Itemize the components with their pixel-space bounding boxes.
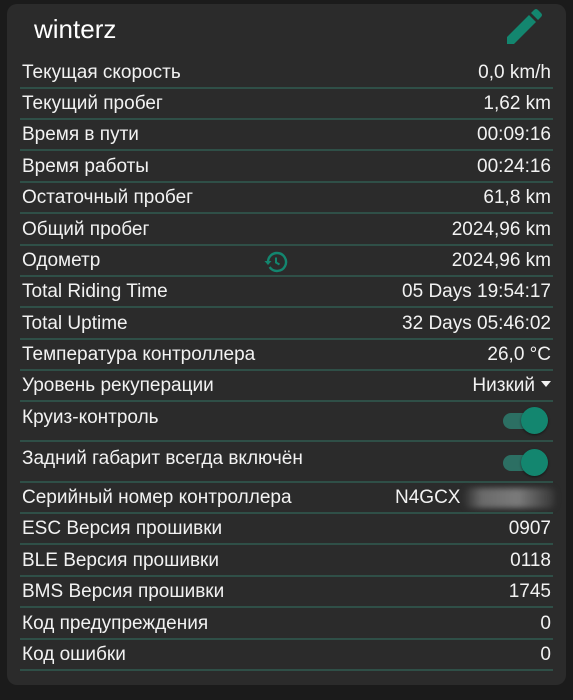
row-value: 0118 <box>510 550 551 571</box>
chevron-down-icon <box>541 380 551 387</box>
row-label: Код предупреждения <box>22 613 209 634</box>
row-value: 2024,96 km <box>451 219 551 240</box>
divider <box>20 606 553 608</box>
toggle-thumb <box>521 449 548 476</box>
row-current-speed: Текущая скорость 0,0 km/h <box>0 58 573 89</box>
row-label: Текущая скорость <box>22 62 181 83</box>
edit-pencil-icon[interactable] <box>503 8 543 48</box>
row-ble-firmware: BLE Версия прошивки 0118 <box>0 546 573 577</box>
row-total-distance: Общий пробег 2024,96 km <box>0 215 573 246</box>
row-label: Код ошибки <box>22 644 126 665</box>
row-warning-code: Код предупреждения 0 <box>0 609 573 640</box>
row-label: BLE Версия прошивки <box>22 550 219 571</box>
toggle-thumb <box>521 407 548 434</box>
row-value: 2024,96 km <box>451 250 551 271</box>
divider <box>20 149 553 151</box>
regen-level-select[interactable]: Низкий <box>472 375 551 397</box>
row-controller-temperature: Температура контроллера 26,0 °C <box>0 340 573 371</box>
divider <box>20 400 553 402</box>
tail-light-toggle[interactable] <box>501 448 549 476</box>
regen-level-value: Низкий <box>472 375 535 396</box>
row-odometer: Одометр 2024,96 km <box>0 246 573 277</box>
row-value: 00:24:16 <box>477 156 551 177</box>
row-label: Total Uptime <box>22 313 128 334</box>
row-bms-firmware: BMS Версия прошивки 1745 <box>0 577 573 608</box>
row-value: 0907 <box>508 518 551 539</box>
row-value: 0,0 km/h <box>478 62 551 83</box>
history-icon[interactable] <box>264 250 288 274</box>
cruise-control-toggle[interactable] <box>501 406 549 434</box>
row-tail-light: Задний габарит всегда включён <box>0 443 573 483</box>
divider <box>20 212 553 214</box>
row-label: Уровень рекуперации <box>22 375 214 396</box>
row-label: Задний габарит всегда включён <box>22 448 303 469</box>
row-label: Серийный номер контроллера <box>22 487 292 508</box>
row-value: 32 Days 05:46:02 <box>402 313 551 334</box>
row-label: Одометр <box>22 250 101 271</box>
row-error-code: Код ошибки 0 <box>0 640 573 671</box>
divider <box>20 669 553 671</box>
row-value: N4GCX <box>395 487 461 508</box>
row-label: Время работы <box>22 156 149 177</box>
row-value: 0 <box>540 644 551 665</box>
row-cruise-control: Круиз-контроль <box>0 403 573 442</box>
row-regen-level: Уровень рекуперации Низкий <box>0 371 573 402</box>
row-travel-time: Время в пути 00:09:16 <box>0 120 573 151</box>
row-label: Общий пробег <box>22 219 150 240</box>
row-esc-firmware: ESC Версия прошивки 0907 <box>0 514 573 545</box>
row-label: BMS Версия прошивки <box>22 581 225 602</box>
row-current-distance: Текущий пробег 1,62 km <box>0 89 573 120</box>
row-label: Остаточный пробег <box>22 187 194 208</box>
device-name: winterz <box>34 14 117 44</box>
row-value: 1745 <box>508 581 551 602</box>
divider <box>20 543 553 545</box>
row-label: Total Riding Time <box>22 281 168 302</box>
row-value: 0 <box>540 613 551 634</box>
row-value: 61,8 km <box>483 187 551 208</box>
row-label: ESC Версия прошивки <box>22 518 223 539</box>
row-total-riding-time: Total Riding Time 05 Days 19:54:17 <box>0 277 573 308</box>
row-total-uptime: Total Uptime 32 Days 05:46:02 <box>0 309 573 340</box>
row-label: Время в пути <box>22 124 139 145</box>
row-uptime: Время работы 00:24:16 <box>0 152 573 183</box>
row-label: Текущий пробег <box>22 93 163 114</box>
row-value: 26,0 °C <box>487 344 551 365</box>
redacted-serial-blur <box>463 488 555 508</box>
row-value: 00:09:16 <box>477 124 551 145</box>
row-value: 1,62 km <box>483 93 551 114</box>
row-label: Круиз-контроль <box>22 407 159 428</box>
row-controller-serial: Серийный номер контроллера N4GCX <box>0 483 573 514</box>
row-remaining-range: Остаточный пробег 61,8 km <box>0 183 573 214</box>
divider <box>20 440 553 442</box>
divider <box>20 306 553 308</box>
row-label: Температура контроллера <box>22 344 256 365</box>
row-value: 05 Days 19:54:17 <box>402 281 551 302</box>
